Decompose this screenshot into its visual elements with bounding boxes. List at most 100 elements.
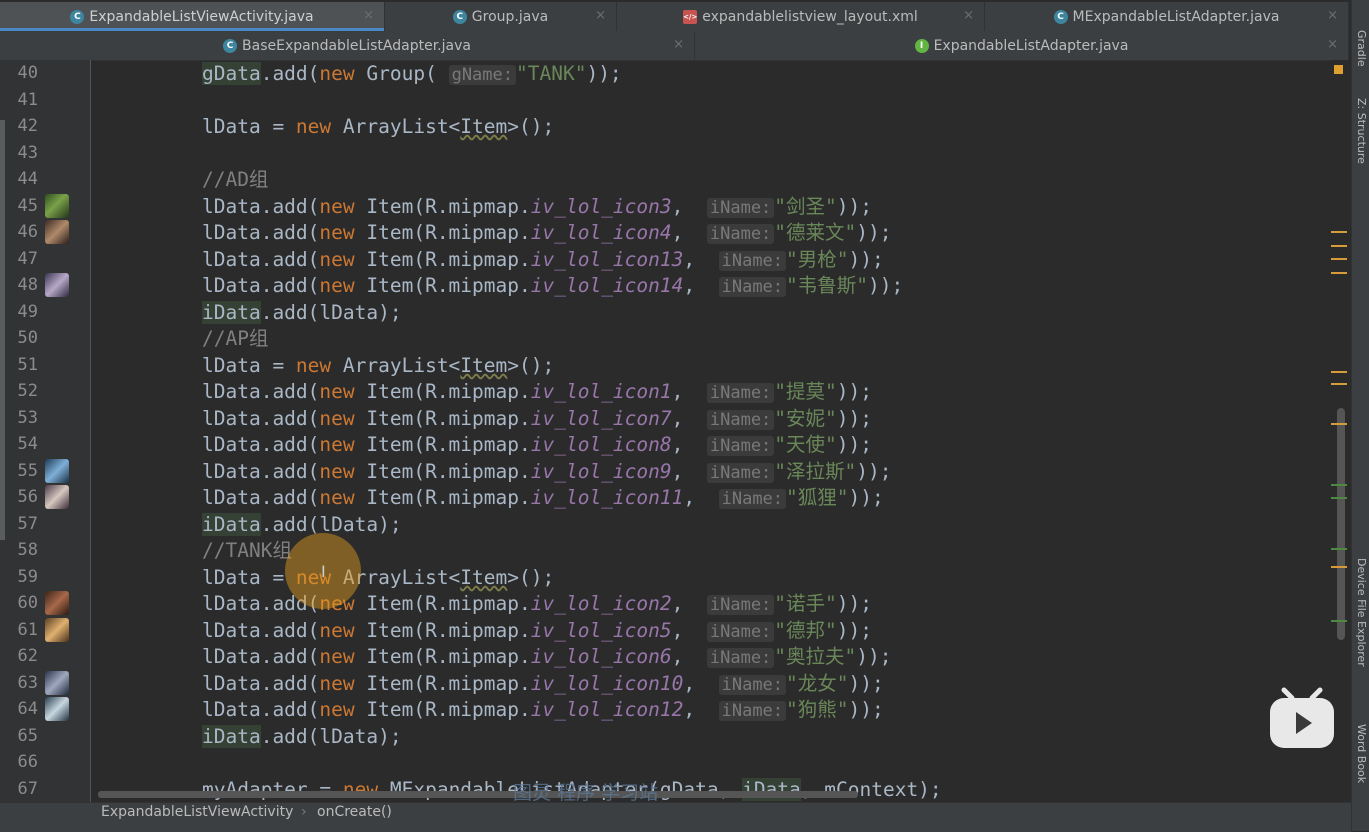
warning-marker[interactable] xyxy=(1331,258,1347,260)
line-number: 52 xyxy=(17,381,38,401)
line-number: 43 xyxy=(17,143,38,163)
parameter-hint: iName: xyxy=(706,595,775,615)
warning-marker[interactable] xyxy=(1331,231,1347,233)
code-line-61: lData.add(new Item(R.mipmap.iv_lol_icon5… xyxy=(202,619,873,642)
device-file-explorer-tool-button[interactable]: Device File Explorer xyxy=(1352,558,1368,667)
breadcrumb-method[interactable]: onCreate() xyxy=(317,804,392,820)
change-marker[interactable] xyxy=(1331,548,1347,550)
line-number: 64 xyxy=(17,699,38,719)
horizontal-scrollbar[interactable] xyxy=(98,791,858,798)
interface-icon: I xyxy=(914,38,929,53)
code-line-46: lData.add(new Item(R.mipmap.iv_lol_icon4… xyxy=(202,221,892,244)
code-line-42: lData = new ArrayList<Item>(); xyxy=(202,115,555,138)
line-number: 48 xyxy=(17,275,38,295)
gradle-tool-button[interactable]: Gradle xyxy=(1352,30,1368,67)
line-number: 55 xyxy=(17,461,38,481)
tab-label: ExpandableListViewActivity.java xyxy=(89,8,314,25)
line-number: 40 xyxy=(17,63,38,83)
parameter-hint: iName: xyxy=(706,648,775,668)
structure-tool-button[interactable]: Z: Structure xyxy=(1352,98,1368,164)
tab-expandablelistview-layout-xml[interactable]: </> expandablelistview_layout.xml × xyxy=(617,2,985,31)
xml-file-icon: </> xyxy=(683,9,697,24)
code-line-56: lData.add(new Item(R.mipmap.iv_lol_icon1… xyxy=(202,486,884,509)
word-book-tool-button[interactable]: Word Book xyxy=(1352,724,1368,783)
tab-label: Group.java xyxy=(471,8,549,25)
resource-preview-icon[interactable] xyxy=(45,671,69,695)
change-marker[interactable] xyxy=(1331,497,1347,499)
code-line-63: lData.add(new Item(R.mipmap.iv_lol_icon1… xyxy=(202,672,884,695)
line-number: 47 xyxy=(17,249,38,269)
line-number: 61 xyxy=(17,620,38,640)
resource-preview-icon[interactable] xyxy=(45,618,69,642)
parameter-hint: iName: xyxy=(718,701,787,721)
tab-label: expandablelistview_layout.xml xyxy=(702,8,918,25)
line-number: 49 xyxy=(17,302,38,322)
code-line-49: iData.add(lData); xyxy=(202,301,402,324)
code-editor[interactable]: gData.add(new Group( gName: "TANK")); lDa… xyxy=(91,60,1331,802)
class-icon: C xyxy=(452,9,467,24)
line-number: 51 xyxy=(17,355,38,375)
parameter-hint: iName: xyxy=(706,410,775,430)
tab-label: ExpandableListAdapter.java xyxy=(933,37,1129,54)
code-line-62: lData.add(new Item(R.mipmap.iv_lol_icon6… xyxy=(202,645,892,668)
parameter-hint: iName: xyxy=(706,463,775,483)
video-play-icon[interactable] xyxy=(1268,686,1336,750)
warning-marker[interactable] xyxy=(1331,371,1347,373)
vertical-scrollbar-thumb[interactable] xyxy=(1337,408,1345,640)
close-icon[interactable]: × xyxy=(363,8,374,23)
code-line-55: lData.add(new Item(R.mipmap.iv_lol_icon9… xyxy=(202,460,892,483)
code-line-57: iData.add(lData); xyxy=(202,513,402,536)
parameter-hint: iName: xyxy=(718,251,787,271)
resource-preview-icon[interactable] xyxy=(45,591,69,615)
resource-preview-icon[interactable] xyxy=(45,697,69,721)
resource-preview-icon[interactable] xyxy=(45,459,69,483)
resource-preview-icon[interactable] xyxy=(45,273,69,297)
line-number: 41 xyxy=(17,90,38,110)
breadcrumb-class[interactable]: ExpandableListViewActivity xyxy=(101,804,293,820)
parameter-hint: iName: xyxy=(706,436,775,456)
resource-preview-icon[interactable] xyxy=(45,220,69,244)
close-icon[interactable]: × xyxy=(1327,37,1338,52)
video-watermark: 图灵 程序 学习站 xyxy=(513,782,659,804)
line-number: 65 xyxy=(17,726,38,746)
warning-marker[interactable] xyxy=(1331,383,1347,385)
warning-marker[interactable] xyxy=(1331,566,1347,568)
change-marker[interactable] xyxy=(1331,620,1347,622)
warning-marker[interactable] xyxy=(1331,423,1347,425)
line-number: 42 xyxy=(17,116,38,136)
tab-expandablelistadapter[interactable]: I ExpandableListAdapter.java × xyxy=(695,31,1349,60)
parameter-hint: iName: xyxy=(706,622,775,642)
code-line-59: lData = new ArrayList<Item>(); xyxy=(202,566,555,589)
text-cursor-icon: I xyxy=(321,562,326,581)
warning-status-icon[interactable] xyxy=(1334,65,1343,74)
close-icon[interactable]: × xyxy=(595,8,606,23)
resource-preview-icon[interactable] xyxy=(45,485,69,509)
code-line-54: lData.add(new Item(R.mipmap.iv_lol_icon8… xyxy=(202,433,873,456)
editor-tab-row-1: C ExpandableListViewActivity.java × C Gr… xyxy=(0,2,1349,32)
tab-group-java[interactable]: C Group.java × xyxy=(385,2,617,31)
left-tool-stripe xyxy=(0,120,5,540)
line-number: 63 xyxy=(17,673,38,693)
code-line-65: iData.add(lData); xyxy=(202,725,402,748)
warning-marker[interactable] xyxy=(1331,245,1347,247)
tab-mexpandablelistadapter[interactable]: C MExpandableListAdapter.java × xyxy=(985,2,1349,31)
warning-marker[interactable] xyxy=(1331,272,1347,274)
change-marker[interactable] xyxy=(1331,484,1347,486)
code-line-58: //TANK组 xyxy=(202,539,292,562)
code-line-51: lData = new ArrayList<Item>(); xyxy=(202,354,555,377)
tab-baseexpandablelistadapter[interactable]: C BaseExpandableListAdapter.java × xyxy=(0,31,695,60)
resource-preview-icon[interactable] xyxy=(45,194,69,218)
line-number: 46 xyxy=(17,222,38,242)
tab-label: MExpandableListAdapter.java xyxy=(1072,8,1280,25)
parameter-hint: gName: xyxy=(448,65,516,85)
code-line-44: //AD组 xyxy=(202,168,269,191)
tab-label: BaseExpandableListAdapter.java xyxy=(242,37,471,54)
tab-expandablelistviewactivity[interactable]: C ExpandableListViewActivity.java × xyxy=(0,2,385,31)
close-icon[interactable]: × xyxy=(1327,8,1338,23)
line-number: 56 xyxy=(17,487,38,507)
line-number: 50 xyxy=(17,328,38,348)
close-icon[interactable]: × xyxy=(963,8,974,23)
code-line-52: lData.add(new Item(R.mipmap.iv_lol_icon1… xyxy=(202,380,873,403)
line-number: 57 xyxy=(17,514,38,534)
close-icon[interactable]: × xyxy=(673,37,684,52)
